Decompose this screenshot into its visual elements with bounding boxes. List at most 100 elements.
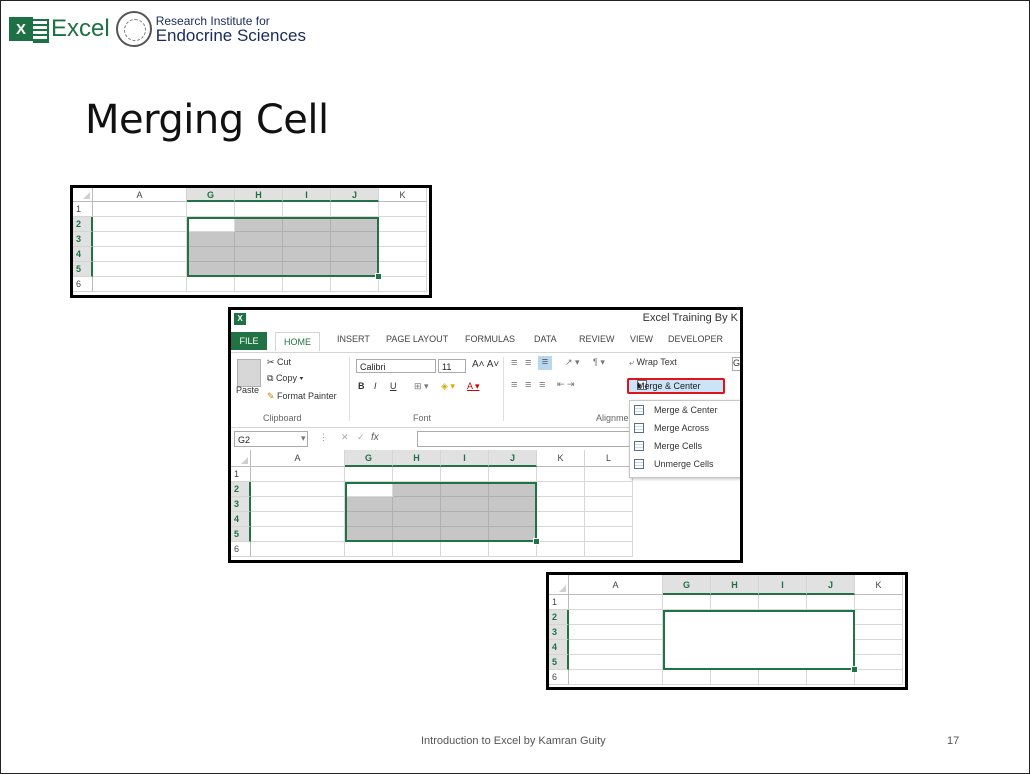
- number-format-select[interactable]: G: [732, 357, 740, 371]
- cell[interactable]: [251, 527, 345, 542]
- column-header-h[interactable]: H: [393, 450, 441, 467]
- cell[interactable]: [569, 610, 663, 625]
- cell[interactable]: [379, 262, 427, 277]
- row-header-5[interactable]: 5: [231, 527, 251, 542]
- cell[interactable]: [93, 262, 187, 277]
- column-header-l[interactable]: L: [585, 450, 633, 467]
- cell[interactable]: [331, 277, 379, 292]
- cell[interactable]: [379, 277, 427, 292]
- insert-function-icon[interactable]: fx: [371, 432, 379, 443]
- column-header-i[interactable]: I: [283, 188, 331, 202]
- paste-button[interactable]: Paste: [236, 385, 259, 395]
- tab-page-layout[interactable]: PAGE LAYOUT: [386, 334, 448, 344]
- selection-range[interactable]: [187, 217, 379, 277]
- cell[interactable]: [345, 542, 393, 557]
- row-header-1[interactable]: 1: [231, 467, 251, 482]
- merge-center-button[interactable]: Merge & Center ▾: [627, 378, 725, 394]
- cell[interactable]: [711, 670, 759, 685]
- cell[interactable]: [93, 232, 187, 247]
- align-center-icon[interactable]: ≡: [525, 379, 531, 391]
- fill-handle[interactable]: [375, 273, 382, 280]
- column-header-j[interactable]: J: [807, 575, 855, 595]
- copy-button[interactable]: ⧉ Copy ▾: [267, 373, 303, 384]
- cell[interactable]: [759, 595, 807, 610]
- cell[interactable]: [585, 467, 633, 482]
- select-all-corner[interactable]: [549, 575, 569, 595]
- font-size-select[interactable]: 11: [438, 359, 466, 373]
- row-header-1[interactable]: 1: [73, 202, 93, 217]
- column-header-h[interactable]: H: [235, 188, 283, 202]
- row-header-5[interactable]: 5: [549, 655, 569, 670]
- row-header-2[interactable]: 2: [73, 217, 93, 232]
- column-header-i[interactable]: I: [759, 575, 807, 595]
- cell[interactable]: [187, 202, 235, 217]
- cell[interactable]: [537, 497, 585, 512]
- cell[interactable]: [537, 467, 585, 482]
- menu-item-merge-cells[interactable]: Merge Cells: [634, 441, 702, 451]
- font-grow-shrink-icon[interactable]: A˄ A˅: [472, 359, 499, 370]
- cell[interactable]: [759, 670, 807, 685]
- column-header-j[interactable]: J: [331, 188, 379, 202]
- cell[interactable]: [585, 542, 633, 557]
- cell[interactable]: [251, 467, 345, 482]
- column-header-j[interactable]: J: [489, 450, 537, 467]
- column-header-a[interactable]: A: [93, 188, 187, 202]
- tab-data[interactable]: DATA: [534, 334, 557, 344]
- indent-icons[interactable]: ⇤ ⇥: [557, 379, 575, 390]
- cell[interactable]: [585, 527, 633, 542]
- row-header-6[interactable]: 6: [549, 670, 569, 685]
- cell[interactable]: [711, 595, 759, 610]
- cut-button[interactable]: ✂ Cut: [267, 357, 291, 368]
- row-header-6[interactable]: 6: [73, 277, 93, 292]
- menu-item-unmerge-cells[interactable]: Unmerge Cells: [634, 459, 714, 469]
- row-header-6[interactable]: 6: [231, 542, 251, 557]
- row-header-4[interactable]: 4: [73, 247, 93, 262]
- fill-handle[interactable]: [533, 538, 540, 545]
- borders-icon[interactable]: ⊞ ▾: [414, 381, 429, 392]
- cell[interactable]: [569, 595, 663, 610]
- row-header-2[interactable]: 2: [549, 610, 569, 625]
- cell[interactable]: [569, 655, 663, 670]
- select-all-corner[interactable]: [73, 188, 93, 202]
- cell[interactable]: [569, 640, 663, 655]
- cell[interactable]: [489, 542, 537, 557]
- cell[interactable]: [855, 640, 903, 655]
- cell[interactable]: [441, 542, 489, 557]
- row-header-3[interactable]: 3: [231, 497, 251, 512]
- cell[interactable]: [251, 542, 345, 557]
- cell[interactable]: [235, 202, 283, 217]
- cell[interactable]: [393, 542, 441, 557]
- cell[interactable]: [855, 670, 903, 685]
- cell[interactable]: [585, 497, 633, 512]
- cell[interactable]: [585, 512, 633, 527]
- underline-button[interactable]: U: [390, 381, 397, 391]
- cell[interactable]: [93, 247, 187, 262]
- row-header-4[interactable]: 4: [231, 512, 251, 527]
- cell[interactable]: [379, 217, 427, 232]
- column-header-a[interactable]: A: [569, 575, 663, 595]
- cell[interactable]: [537, 542, 585, 557]
- cell[interactable]: [93, 277, 187, 292]
- align-top-icon[interactable]: ≡: [511, 357, 517, 369]
- fill-color-icon[interactable]: ◈ ▾: [441, 381, 455, 392]
- cell[interactable]: [379, 247, 427, 262]
- cell[interactable]: [569, 625, 663, 640]
- column-header-k[interactable]: K: [379, 188, 427, 202]
- menu-item-merge-center[interactable]: Merge & Center: [634, 405, 718, 415]
- name-box[interactable]: G2: [234, 431, 308, 447]
- format-painter-button[interactable]: ✎ Format Painter: [267, 391, 337, 402]
- cell[interactable]: [345, 467, 393, 482]
- cell[interactable]: [807, 595, 855, 610]
- cell[interactable]: [251, 497, 345, 512]
- column-header-a[interactable]: A: [251, 450, 345, 467]
- cell[interactable]: [807, 670, 855, 685]
- tab-view[interactable]: VIEW: [630, 334, 653, 344]
- text-direction-icon[interactable]: ¶ ▾: [593, 357, 605, 368]
- column-header-g[interactable]: G: [187, 188, 235, 202]
- enter-icon[interactable]: ✓: [357, 432, 365, 443]
- align-middle-icon[interactable]: ≡: [525, 357, 531, 369]
- cell[interactable]: [283, 277, 331, 292]
- wrap-text-button[interactable]: ⤶ Wrap Text: [629, 357, 677, 368]
- cell[interactable]: [663, 595, 711, 610]
- cell[interactable]: [93, 217, 187, 232]
